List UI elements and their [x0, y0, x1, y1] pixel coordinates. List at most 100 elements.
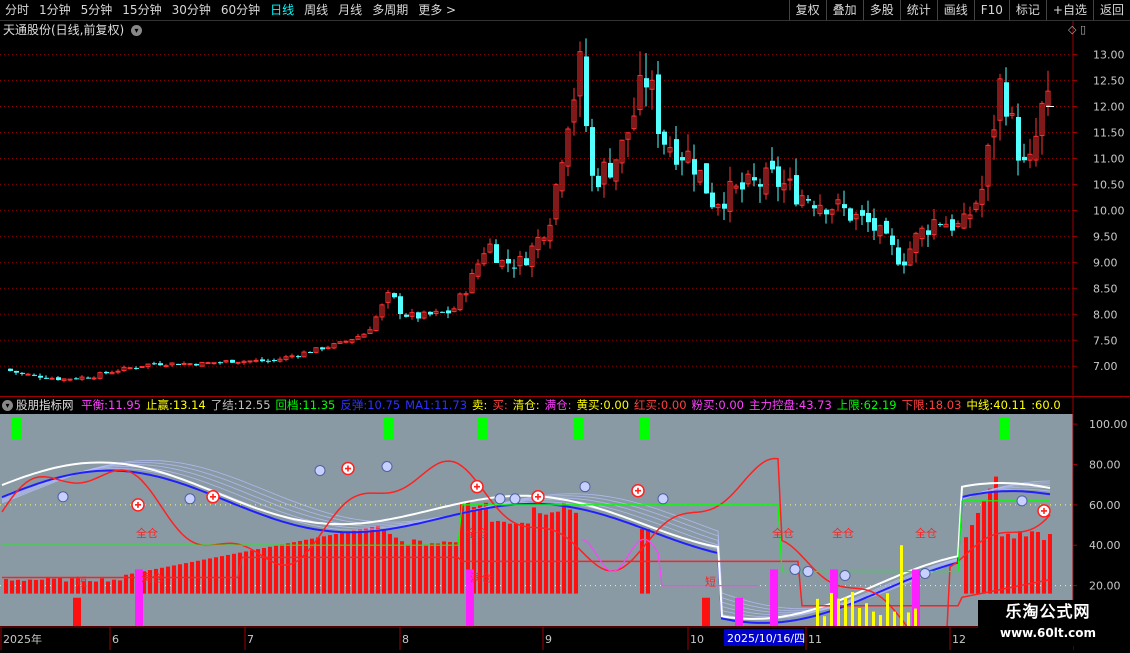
control-bar	[1048, 534, 1052, 594]
candle-body	[14, 370, 19, 373]
control-bar	[298, 540, 302, 594]
candle-body	[848, 208, 853, 221]
signal-block	[1000, 418, 1010, 440]
indicator-chart[interactable]: 100.00 80.00 60.00 40.00 20.00 全仓 全仓 全仓 全仓 全仓满仓 满仓…	[0, 396, 1130, 652]
candlestick-chart[interactable]: 13.00 12.50 12.00 11.50 11.00 10.50 10.00 9.50 9…	[0, 21, 1130, 395]
control-bar	[178, 564, 182, 594]
panel-window-controls[interactable]: ◇ ▯	[1068, 23, 1086, 36]
signal-marker-label: 全仓	[466, 526, 488, 540]
control-bar	[508, 523, 512, 594]
price-chart-panel: 天通股份(日线,前复权) ▾ ◇ ▯ 13.00 12.50 12.00 11.50 1…	[0, 21, 1130, 395]
candle-body	[205, 362, 211, 365]
control-bar	[316, 537, 320, 594]
period-tab[interactable]: 更多 >	[413, 0, 461, 20]
candle-body	[20, 372, 25, 374]
control-bar	[412, 539, 416, 594]
candle-body	[194, 363, 199, 366]
hold-dot-icon	[789, 563, 801, 575]
control-bar	[22, 580, 26, 594]
control-bar	[496, 520, 500, 594]
toolbar-button[interactable]: 复权	[788, 0, 826, 20]
toolbar-button[interactable]: 多股	[862, 0, 900, 20]
control-bar	[430, 543, 434, 594]
control-bar	[262, 547, 266, 594]
candle-body	[440, 311, 445, 313]
toolbar-button[interactable]: F10	[973, 0, 1009, 20]
toolbar-button[interactable]: 叠加	[825, 0, 863, 20]
control-bar	[280, 544, 284, 594]
signal-marker-label: 全仓	[136, 526, 158, 540]
signal-marker-label: 满仓	[470, 571, 492, 585]
period-tab[interactable]: 分时	[0, 0, 34, 20]
period-tab[interactable]: 15分钟	[117, 0, 166, 20]
period-tab[interactable]: 周线	[299, 0, 333, 20]
candle-body	[776, 166, 781, 187]
candle-body	[308, 352, 313, 354]
control-bar	[346, 531, 350, 594]
candle-body	[506, 258, 511, 264]
control-bar	[562, 503, 566, 594]
period-tab[interactable]: 日线	[265, 0, 299, 20]
control-bar	[514, 523, 518, 594]
hold-dot-icon	[919, 568, 931, 580]
candle-body	[181, 362, 187, 365]
candle-body	[752, 177, 757, 181]
control-bar	[352, 530, 356, 594]
candle-body	[590, 127, 595, 176]
yellow-bar	[886, 593, 889, 626]
legend-item: 了结:12.55	[210, 398, 271, 412]
chevron-down-icon[interactable]: ▾	[2, 400, 13, 411]
hold-dot-icon	[1016, 495, 1028, 507]
signal-block	[478, 418, 488, 440]
candle-body	[656, 74, 661, 135]
candle-body	[884, 220, 889, 234]
control-bar	[520, 522, 524, 594]
candle-body	[710, 192, 715, 208]
control-bar	[328, 535, 332, 594]
yellow-bar	[837, 598, 840, 626]
control-bar	[256, 549, 260, 594]
period-tab[interactable]: 60分钟	[216, 0, 265, 20]
price-tick-label: 9.00	[1093, 256, 1118, 269]
period-tab[interactable]: 30分钟	[167, 0, 216, 20]
short-pillar	[702, 597, 710, 626]
yellow-bar	[844, 597, 847, 626]
candle-body	[218, 362, 223, 364]
chevron-down-icon[interactable]: ▾	[131, 25, 143, 36]
legend-item: :60.0	[1031, 398, 1061, 412]
control-bar	[1006, 533, 1010, 594]
period-tab[interactable]: 多周期	[367, 0, 413, 20]
toolbar-button[interactable]: 画线	[936, 0, 974, 20]
candle-body	[806, 199, 811, 201]
candle-body	[74, 378, 79, 380]
legend-item: 粉买:0.00	[691, 398, 744, 412]
control-bar	[976, 512, 980, 594]
control-bar	[130, 573, 134, 594]
candle-body	[211, 362, 217, 365]
control-bar	[28, 579, 32, 594]
toolbar-button[interactable]: 返回	[1092, 0, 1130, 20]
candle-body	[524, 258, 529, 266]
toolbar-button[interactable]: +自选	[1045, 0, 1093, 20]
hold-dot-icon	[657, 493, 669, 505]
toolbar-button[interactable]: 标记	[1008, 0, 1046, 20]
period-tab[interactable]: 5分钟	[76, 0, 118, 20]
control-bar	[202, 559, 206, 594]
control-bar	[100, 578, 104, 594]
candle-body	[86, 377, 91, 379]
candle-body	[260, 359, 265, 362]
candle-body	[950, 219, 955, 231]
candle-body	[139, 366, 145, 369]
control-bar	[970, 525, 974, 594]
control-bar	[232, 553, 236, 594]
indicator-tick-label: 80.00	[1089, 458, 1121, 471]
control-bar	[88, 581, 92, 594]
toolbar-button[interactable]: 统计	[899, 0, 937, 20]
price-tick-label: 8.50	[1093, 282, 1118, 295]
period-tab[interactable]: 1分钟	[34, 0, 76, 20]
period-tab[interactable]: 月线	[333, 0, 367, 20]
signal-block	[12, 418, 22, 440]
position-pillar	[770, 569, 778, 626]
watermark-line1: 乐淘公式网	[1005, 602, 1091, 621]
candle-body	[866, 212, 871, 223]
